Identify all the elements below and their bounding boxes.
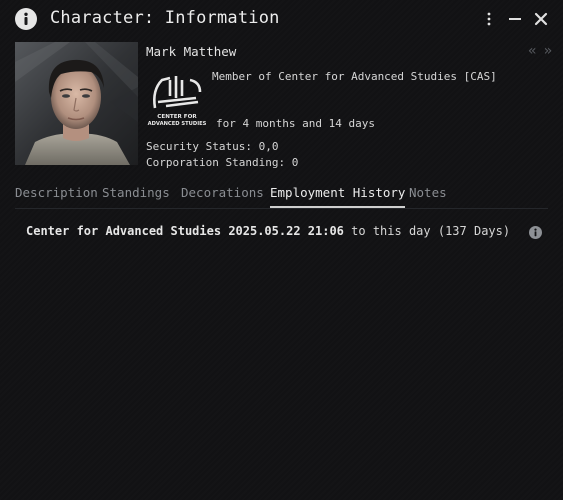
close-icon[interactable] — [533, 10, 549, 28]
corp-logo-line2: ADVANCED STUDIES — [148, 121, 207, 127]
character-information-window: Character: Information Mark Matthew « » … — [0, 0, 563, 500]
membership-duration: for 4 months and 14 days — [216, 117, 375, 130]
corporation-standing: Corporation Standing: 0 — [146, 156, 299, 169]
corporation-logo[interactable]: CENTER FOR ADVANCED STUDIES — [146, 68, 208, 130]
security-status: Security Status: 0,0 — [146, 140, 279, 153]
tab-decorations[interactable]: Decorations — [181, 185, 264, 200]
minimize-icon[interactable] — [507, 10, 523, 28]
corporation-membership[interactable]: Member of Center for Advanced Studies [C… — [212, 70, 497, 83]
employment-days: (137 Days) — [437, 224, 511, 238]
tab-employment-history[interactable]: Employment History — [270, 185, 406, 208]
window-controls — [481, 10, 549, 28]
info-icon — [15, 8, 37, 30]
tab-description[interactable]: Description — [15, 185, 98, 200]
window-title: Character: Information — [50, 8, 280, 28]
more-options-icon[interactable] — [481, 10, 497, 28]
tab-standings[interactable]: Standings — [102, 185, 170, 200]
employment-start-date: 2025.05.22 21:06 — [228, 224, 344, 238]
character-name[interactable]: Mark Matthew — [146, 44, 236, 59]
row-info-icon[interactable] — [529, 226, 542, 239]
employment-to-text: to this day — [351, 224, 431, 238]
forward-arrow-icon[interactable]: » — [544, 43, 553, 59]
back-arrow-icon[interactable]: « — [528, 43, 537, 59]
title-bar: Character: Information — [0, 0, 563, 40]
character-portrait[interactable] — [15, 42, 138, 165]
employment-row[interactable]: Center for Advanced Studies 2025.05.22 2… — [26, 224, 545, 242]
history-navigation: « » — [528, 43, 553, 59]
tab-notes[interactable]: Notes — [409, 185, 447, 200]
tab-bar: Description Standings Decorations Employ… — [15, 182, 548, 209]
employment-corporation[interactable]: Center for Advanced Studies — [26, 224, 221, 238]
corp-logo-line1: CENTER FOR — [157, 114, 197, 120]
